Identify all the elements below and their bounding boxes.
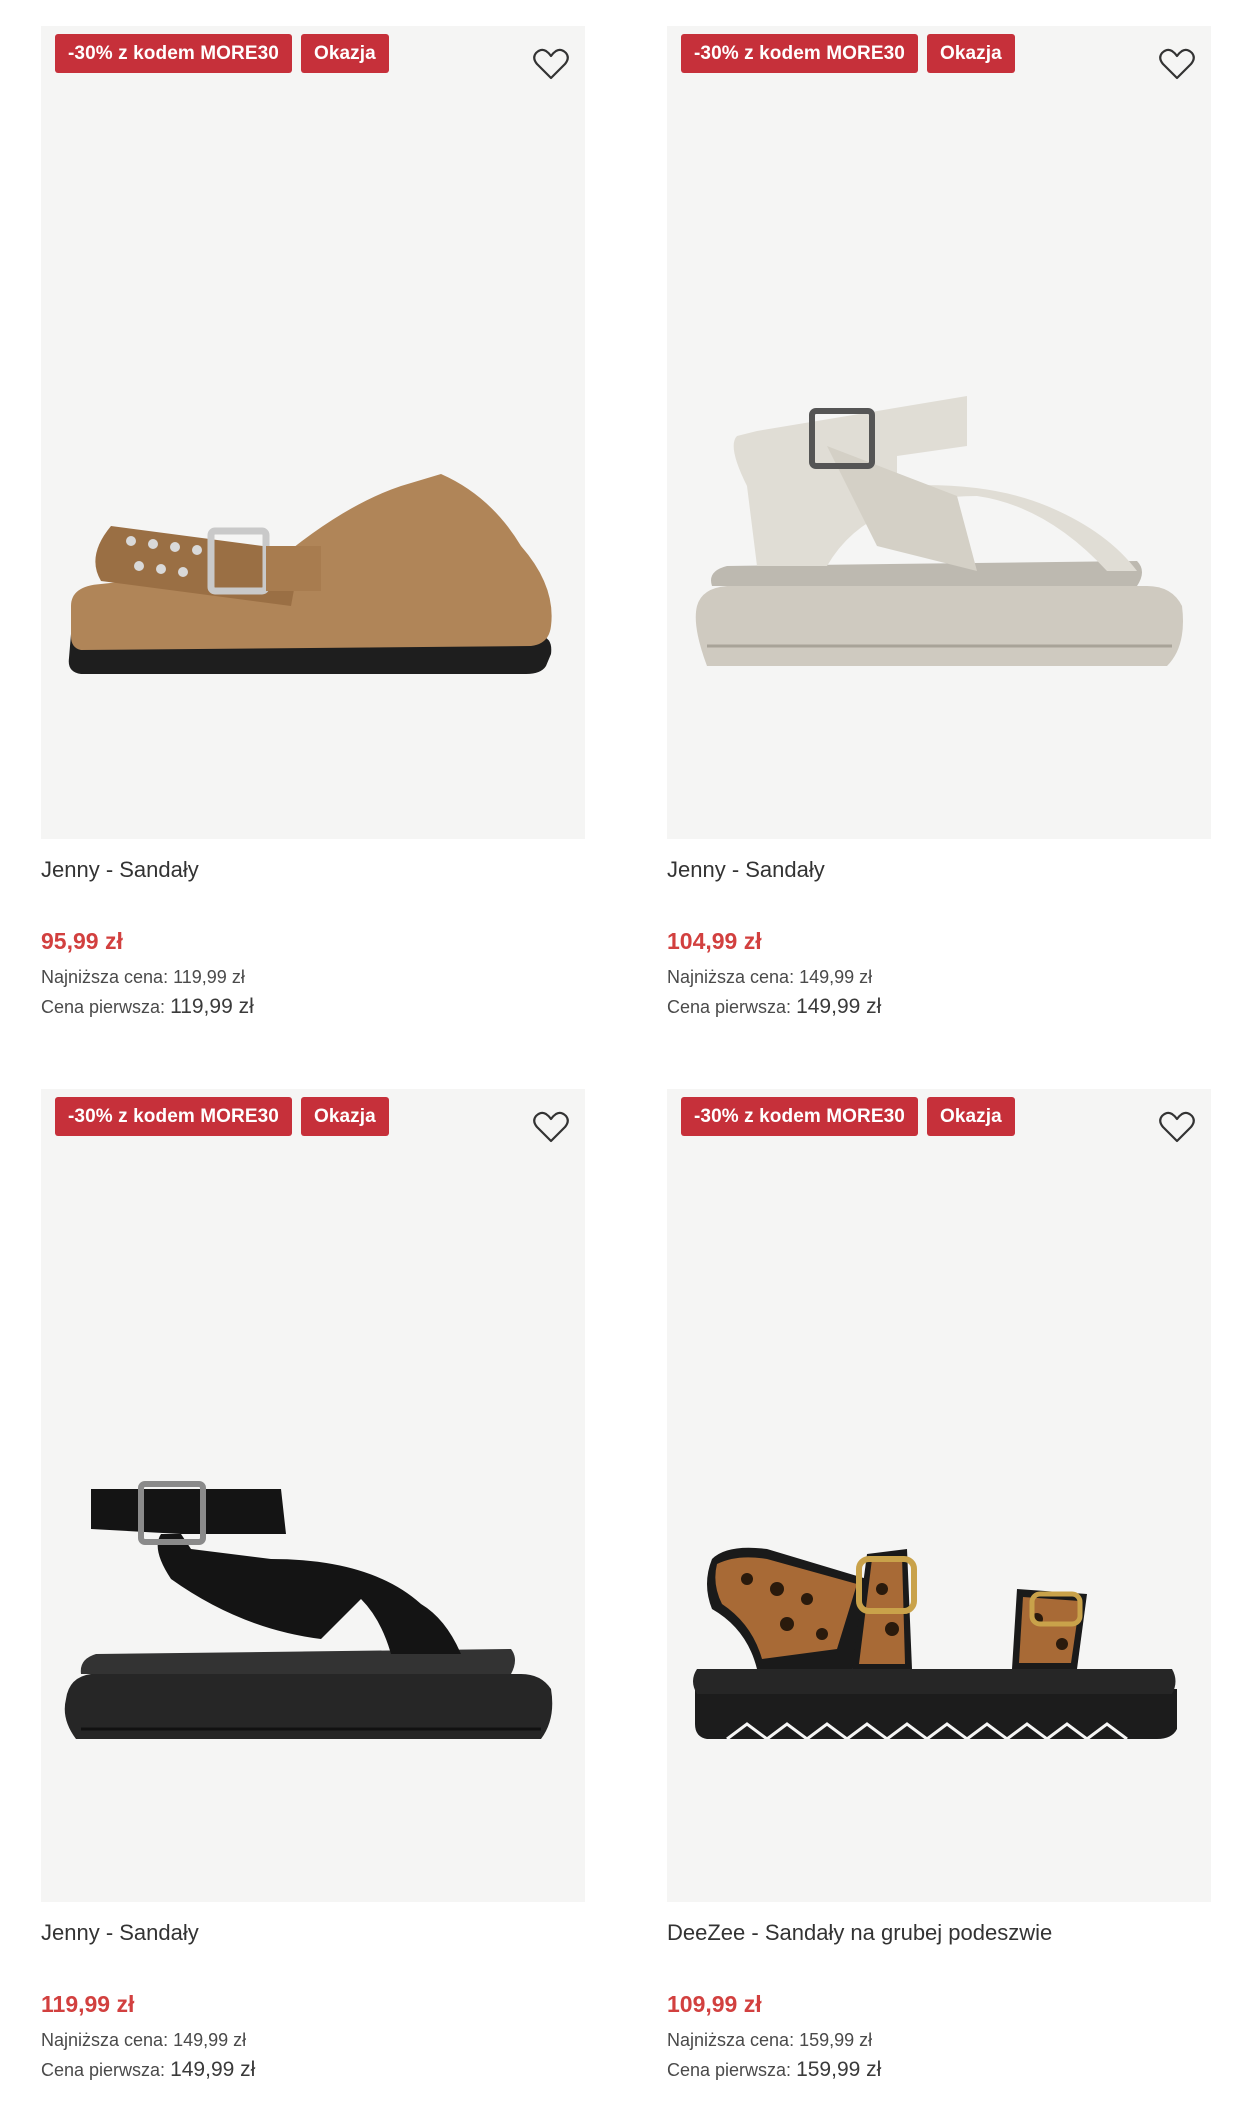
product-card[interactable]: -30% z kodem MORE30 Okazja Jenny - Sanda… bbox=[41, 1089, 585, 2085]
original-price-value: 159,99 zł bbox=[796, 2058, 882, 2081]
product-image-black-sandal bbox=[64, 1481, 553, 1739]
original-price-label: Cena pierwsza: bbox=[667, 2060, 792, 2080]
original-price-label: Cena pierwsza: bbox=[41, 997, 166, 1017]
product-name[interactable]: Jenny - Sandały bbox=[41, 1918, 585, 1948]
original-price-value: 149,99 zł bbox=[796, 995, 882, 1018]
product-name[interactable]: DeeZee - Sandały na grubej podeszwie bbox=[667, 1918, 1211, 1948]
lowest-price-row: Najniższa cena: 149,99 zł bbox=[41, 2025, 585, 2055]
lowest-price-row: Najniższa cena: 149,99 zł bbox=[667, 962, 1211, 992]
lowest-price-row: Najniższa cena: 119,99 zł bbox=[41, 962, 585, 992]
promo-code-badge: -30% z kodem MORE30 bbox=[55, 34, 292, 73]
product-grid: -30% z kodem MORE30 Okazja Jenny - Sanda… bbox=[0, 0, 1250, 2123]
lowest-price-value: 159,99 zł bbox=[799, 2030, 873, 2050]
product-image-area[interactable]: -30% z kodem MORE30 Okazja bbox=[41, 26, 585, 839]
lowest-price-row: Najniższa cena: 159,99 zł bbox=[667, 2025, 1211, 2055]
badges: -30% z kodem MORE30 Okazja bbox=[55, 1097, 389, 1136]
wishlist-heart-icon[interactable] bbox=[1157, 44, 1197, 84]
wishlist-heart-icon[interactable] bbox=[531, 44, 571, 84]
original-price-row: Cena pierwsza: 149,99 zł bbox=[667, 992, 1211, 1022]
deal-badge: Okazja bbox=[300, 1097, 389, 1136]
product-image-leopard-sandal bbox=[693, 1547, 1177, 1741]
product-image-area[interactable]: -30% z kodem MORE30 Okazja bbox=[41, 1089, 585, 1902]
original-price-row: Cena pierwsza: 149,99 zł bbox=[41, 2055, 585, 2085]
product-price: 95,99 zł bbox=[41, 928, 123, 954]
deal-badge: Okazja bbox=[926, 34, 1015, 73]
deal-badge: Okazja bbox=[926, 1097, 1015, 1136]
product-card[interactable]: -30% z kodem MORE30 Okazja DeeZee - Sand… bbox=[667, 1089, 1211, 2085]
lowest-price-label: Najniższa cena: bbox=[667, 967, 795, 987]
lowest-price-value: 149,99 zł bbox=[173, 2030, 247, 2050]
original-price-value: 119,99 zł bbox=[170, 995, 254, 1018]
deal-badge: Okazja bbox=[300, 34, 389, 73]
product-name[interactable]: Jenny - Sandały bbox=[41, 855, 585, 885]
product-image-area[interactable]: -30% z kodem MORE30 Okazja bbox=[667, 26, 1211, 839]
original-price-row: Cena pierwsza: 119,99 zł bbox=[41, 992, 585, 1022]
promo-code-badge: -30% z kodem MORE30 bbox=[681, 34, 918, 73]
lowest-price-label: Najniższa cena: bbox=[41, 2030, 169, 2050]
product-name[interactable]: Jenny - Sandały bbox=[667, 855, 1211, 885]
wishlist-heart-icon[interactable] bbox=[1157, 1107, 1197, 1147]
lowest-price-value: 149,99 zł bbox=[799, 967, 873, 987]
wishlist-heart-icon[interactable] bbox=[531, 1107, 571, 1147]
original-price-label: Cena pierwsza: bbox=[667, 997, 792, 1017]
product-image-beige-sandal bbox=[695, 396, 1183, 666]
badges: -30% z kodem MORE30 Okazja bbox=[681, 34, 1015, 73]
product-card[interactable]: -30% z kodem MORE30 Okazja Jenny - Sanda… bbox=[667, 26, 1211, 1022]
promo-code-badge: -30% z kodem MORE30 bbox=[681, 1097, 918, 1136]
product-image-tan-clog bbox=[68, 474, 552, 674]
lowest-price-label: Najniższa cena: bbox=[667, 2030, 795, 2050]
product-price: 109,99 zł bbox=[667, 1991, 762, 2017]
original-price-value: 149,99 zł bbox=[170, 2058, 256, 2081]
product-card[interactable]: -30% z kodem MORE30 Okazja Jenny - Sanda… bbox=[41, 26, 585, 1022]
promo-code-badge: -30% z kodem MORE30 bbox=[55, 1097, 292, 1136]
lowest-price-label: Najniższa cena: bbox=[41, 967, 169, 987]
badges: -30% z kodem MORE30 Okazja bbox=[55, 34, 389, 73]
badges: -30% z kodem MORE30 Okazja bbox=[681, 1097, 1015, 1136]
product-image-area[interactable]: -30% z kodem MORE30 Okazja bbox=[667, 1089, 1211, 1902]
lowest-price-value: 119,99 zł bbox=[173, 967, 245, 987]
original-price-label: Cena pierwsza: bbox=[41, 2060, 166, 2080]
original-price-row: Cena pierwsza: 159,99 zł bbox=[667, 2055, 1211, 2085]
product-price: 104,99 zł bbox=[667, 928, 762, 954]
product-price: 119,99 zł bbox=[41, 1991, 135, 2017]
